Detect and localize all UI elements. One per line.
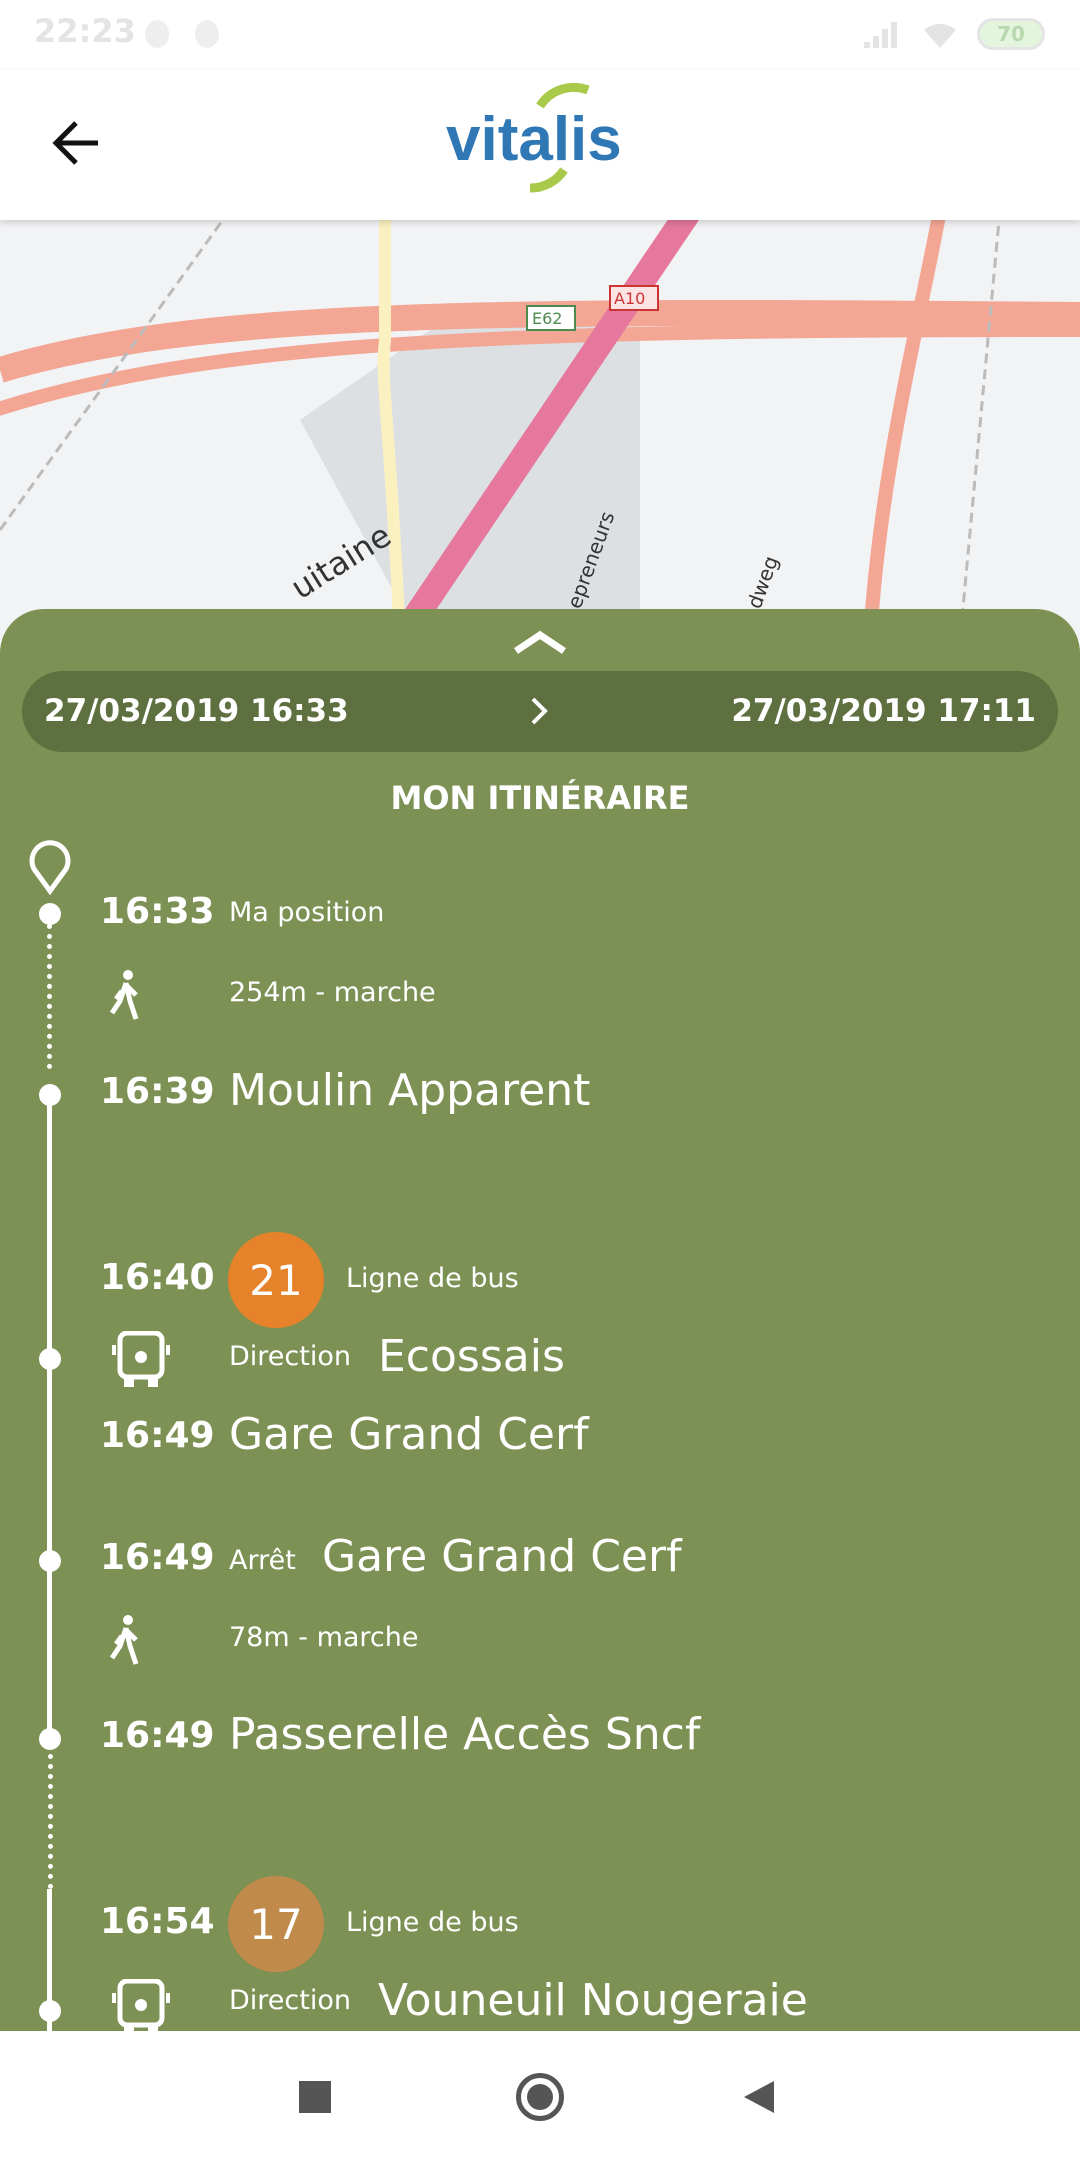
wifi-icon bbox=[924, 23, 956, 48]
stop-name: Gare Grand Cerf bbox=[322, 1531, 682, 1582]
map-label-e62: E62 bbox=[532, 309, 562, 328]
app-header: vitalis bbox=[0, 70, 1080, 220]
walk-connector bbox=[48, 1744, 53, 1889]
notification-icon bbox=[195, 20, 219, 48]
step-label: Ma position bbox=[229, 897, 385, 928]
system-nav-bar bbox=[0, 2031, 1080, 2160]
vitalis-logo: vitalis bbox=[440, 80, 640, 210]
timeline-node bbox=[39, 1728, 61, 1750]
arrival-datetime: 27/03/2019 17:11 bbox=[731, 693, 1036, 729]
walk-distance: 254m - marche bbox=[229, 977, 436, 1008]
bus-line-badge: 17 bbox=[228, 1876, 324, 1972]
battery-icon: 70 bbox=[977, 18, 1045, 50]
home-button[interactable] bbox=[516, 2073, 564, 2121]
stop-name: Passerelle Accès Sncf bbox=[229, 1709, 701, 1760]
svg-text:vitalis: vitalis bbox=[446, 105, 622, 174]
bus-line-number: 21 bbox=[249, 1255, 303, 1305]
location-pin-icon bbox=[29, 840, 71, 895]
step-time: 16:33 bbox=[100, 891, 215, 932]
direction-label: Direction bbox=[229, 1341, 351, 1372]
section-title: MON ITINÉRAIRE bbox=[390, 779, 690, 817]
chevron-up-icon[interactable] bbox=[512, 629, 568, 655]
stop-label: Arrêt bbox=[229, 1545, 296, 1576]
direction-name: Vouneuil Nougeraie bbox=[378, 1975, 808, 2026]
arrow-left-icon[interactable] bbox=[50, 118, 104, 168]
line-label: Ligne de bus bbox=[346, 1263, 519, 1294]
recents-button[interactable] bbox=[299, 2081, 331, 2113]
chevron-right-icon bbox=[531, 697, 548, 725]
status-bar: 22:23 70 bbox=[0, 0, 1080, 70]
timeline-node bbox=[39, 2000, 61, 2022]
map-view[interactable]: E62 A10 uitaine epreneurs dweg bbox=[0, 202, 1080, 648]
bus-line-number: 17 bbox=[249, 1899, 303, 1949]
timeline-node bbox=[39, 903, 61, 925]
bus-icon bbox=[112, 1331, 170, 1387]
status-time: 22:23 bbox=[34, 12, 136, 50]
back-button[interactable] bbox=[742, 2079, 776, 2115]
step-time: 16:54 bbox=[100, 1901, 215, 1942]
timeline-node bbox=[39, 1550, 61, 1572]
map-label-a10: A10 bbox=[614, 289, 645, 308]
notification-icon bbox=[145, 20, 169, 48]
timeline-node bbox=[39, 1084, 61, 1106]
signal-icon bbox=[864, 22, 897, 48]
step-time: 16:39 bbox=[100, 1071, 215, 1112]
battery-level: 70 bbox=[997, 22, 1025, 46]
step-time: 16:49 bbox=[100, 1415, 215, 1456]
bus-line-badge: 21 bbox=[228, 1232, 324, 1328]
walking-icon bbox=[109, 970, 139, 1020]
stop-name: Gare Grand Cerf bbox=[229, 1409, 589, 1460]
step-time: 16:49 bbox=[100, 1715, 215, 1756]
bus-connector bbox=[47, 1097, 52, 1737]
stop-name: Moulin Apparent bbox=[229, 1065, 591, 1116]
bus-icon bbox=[112, 1979, 170, 2031]
direction-label: Direction bbox=[229, 1985, 351, 2016]
walk-connector bbox=[47, 914, 52, 1069]
date-range-bar[interactable]: 27/03/2019 16:33 27/03/2019 17:11 bbox=[22, 671, 1058, 752]
timeline-node bbox=[39, 1348, 61, 1370]
itinerary-sheet: 27/03/2019 16:33 27/03/2019 17:11 MON IT… bbox=[0, 609, 1080, 2031]
line-label: Ligne de bus bbox=[346, 1907, 519, 1938]
map-label-street: dweg bbox=[742, 553, 783, 612]
step-time: 16:40 bbox=[100, 1257, 215, 1298]
walking-icon bbox=[109, 1615, 139, 1665]
step-time: 16:49 bbox=[100, 1537, 215, 1578]
walk-distance: 78m - marche bbox=[229, 1622, 419, 1653]
direction-name: Ecossais bbox=[378, 1331, 565, 1382]
departure-datetime: 27/03/2019 16:33 bbox=[44, 693, 349, 729]
